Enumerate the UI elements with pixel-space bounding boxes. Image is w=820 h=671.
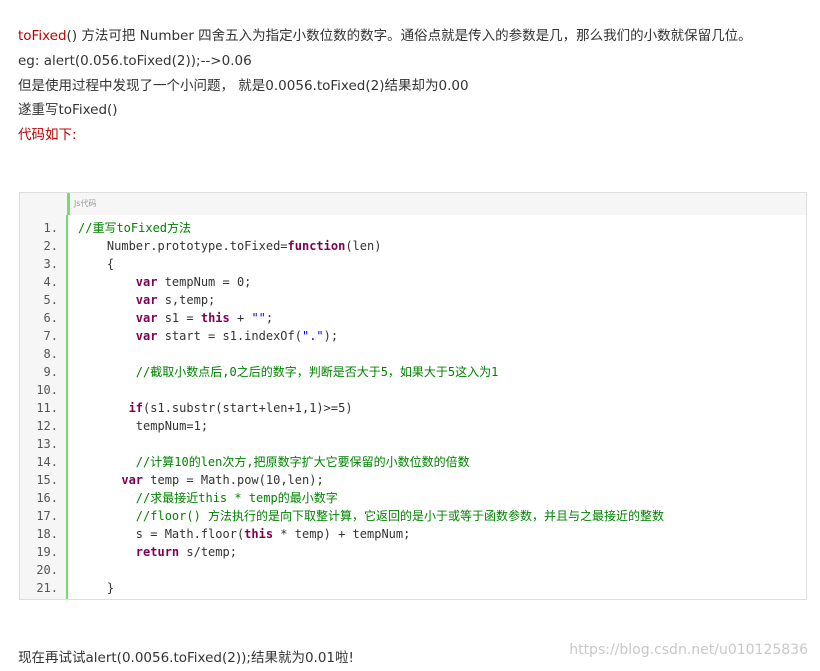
code-text: //计算10的len次方,把原数字扩大它要保留的小数位数的倍数 xyxy=(135,455,470,469)
line-number: 17. xyxy=(36,509,58,523)
code-body: 1. //重写toFixed方法 2. Number.prototype.toFix… xyxy=(20,215,806,599)
line-number: 21. xyxy=(36,581,58,595)
line-number: 15. xyxy=(36,473,58,487)
line-number: 18. xyxy=(36,527,58,541)
code-text: var start = s1.indexOf("."); xyxy=(135,329,339,343)
code-line: 20. xyxy=(20,561,806,579)
code-line: 11. if(s1.substr(start+len+1,1)>=5) xyxy=(20,399,806,417)
tofixed-term: toFixed xyxy=(18,28,67,44)
code-line: 18. s = Math.floor(this * temp) + tempNu… xyxy=(20,525,806,543)
line-number: 1. xyxy=(43,221,58,235)
code-text: var s1 = this + ""; xyxy=(135,311,274,325)
line-number: 9. xyxy=(43,365,58,379)
outro-text: 现在再试试alert(0.0056.toFixed(2));结果就为0.01啦! xyxy=(18,650,354,666)
intro-line-1-text: () 方法可把 Number 四舍五入为指定小数位数的数字。通俗点就是传入的参数… xyxy=(66,28,752,44)
line-number: 5. xyxy=(43,293,58,307)
code-text: if(s1.substr(start+len+1,1)>=5) xyxy=(128,401,353,415)
code-line: 2. Number.prototype.toFixed=function(len… xyxy=(20,237,806,255)
code-line: 5. var s,temp; xyxy=(20,291,806,309)
code-text: //floor() 方法执行的是向下取整计算，它返回的是小于或等于函数参数，并且… xyxy=(135,509,665,523)
code-text: return s/temp; xyxy=(135,545,237,559)
line-number: 7. xyxy=(43,329,58,343)
code-text: var tempNum = 0; xyxy=(135,275,252,289)
code-line: 16. //求最接近this * temp的最小数字 xyxy=(20,489,806,507)
line-number: 4. xyxy=(43,275,58,289)
code-block: Js代码 1. //重写toFixed方法 2. Number.prototype.… xyxy=(19,192,807,600)
code-line: 6. var s1 = this + ""; xyxy=(20,309,806,327)
code-line: 21. } xyxy=(20,579,806,597)
gutter-divider xyxy=(66,215,68,599)
line-number: 13. xyxy=(36,437,58,451)
line-number: 6. xyxy=(43,311,58,325)
code-text: s = Math.floor(this * temp) + tempNum; xyxy=(78,527,411,541)
line-number: 2. xyxy=(43,239,58,253)
code-block-header: Js代码 xyxy=(67,193,806,216)
code-text: //求最接近this * temp的最小数字 xyxy=(135,491,338,505)
code-text: { xyxy=(78,257,115,271)
code-text: var temp = Math.pow(10,len); xyxy=(121,473,324,487)
code-line: 19. return s/temp; xyxy=(20,543,806,561)
line-number: 12. xyxy=(36,419,58,433)
code-line: 4. var tempNum = 0; xyxy=(20,273,806,291)
code-line: 9. //截取小数点后,0之后的数字，判断是否大于5，如果大于5这入为1 xyxy=(20,363,806,381)
code-text: //截取小数点后,0之后的数字，判断是否大于5，如果大于5这入为1 xyxy=(135,365,499,379)
code-line: 17. //floor() 方法执行的是向下取整计算，它返回的是小于或等于函数参… xyxy=(20,507,806,525)
code-line: 12. tempNum=1; xyxy=(20,417,806,435)
intro-line-4: 遂重写toFixed() xyxy=(18,102,118,118)
code-line: 3. { xyxy=(20,255,806,273)
code-line: 1. //重写toFixed方法 xyxy=(20,219,806,237)
line-number: 16. xyxy=(36,491,58,505)
line-number: 19. xyxy=(36,545,58,559)
line-number: 3. xyxy=(43,257,58,271)
line-number: 11. xyxy=(36,401,58,415)
watermark: https://blog.csdn.net/u010125836 xyxy=(569,642,808,658)
code-line: 10. xyxy=(20,381,806,399)
code-heading: 代码如下: xyxy=(18,127,77,143)
language-label: Js代码 xyxy=(74,199,97,208)
code-text: } xyxy=(78,581,115,595)
intro-line-3: 但是使用过程中发现了一个小问题， 就是0.0056.toFixed(2)结果却为… xyxy=(18,78,469,94)
intro-line-1: toFixed() 方法可把 Number 四舍五入为指定小数位数的数字。通俗点… xyxy=(18,26,752,46)
line-number: 20. xyxy=(36,563,58,577)
line-number: 10. xyxy=(36,383,58,397)
code-line: 14. //计算10的len次方,把原数字扩大它要保留的小数位数的倍数 xyxy=(20,453,806,471)
line-number: 8. xyxy=(43,347,58,361)
code-text: tempNum=1; xyxy=(78,419,209,433)
intro-line-2: eg: alert(0.056.toFixed(2));-->0.06 xyxy=(18,53,252,69)
code-line: 15. var temp = Math.pow(10,len); xyxy=(20,471,806,489)
code-text: //重写toFixed方法 xyxy=(78,221,192,235)
code-text: Number.prototype.toFixed=function(len) xyxy=(78,239,382,253)
code-line: 8. xyxy=(20,345,806,363)
code-line: 7. var start = s1.indexOf("."); xyxy=(20,327,806,345)
code-line: 13. xyxy=(20,435,806,453)
code-text: var s,temp; xyxy=(135,293,216,307)
line-number: 14. xyxy=(36,455,58,469)
